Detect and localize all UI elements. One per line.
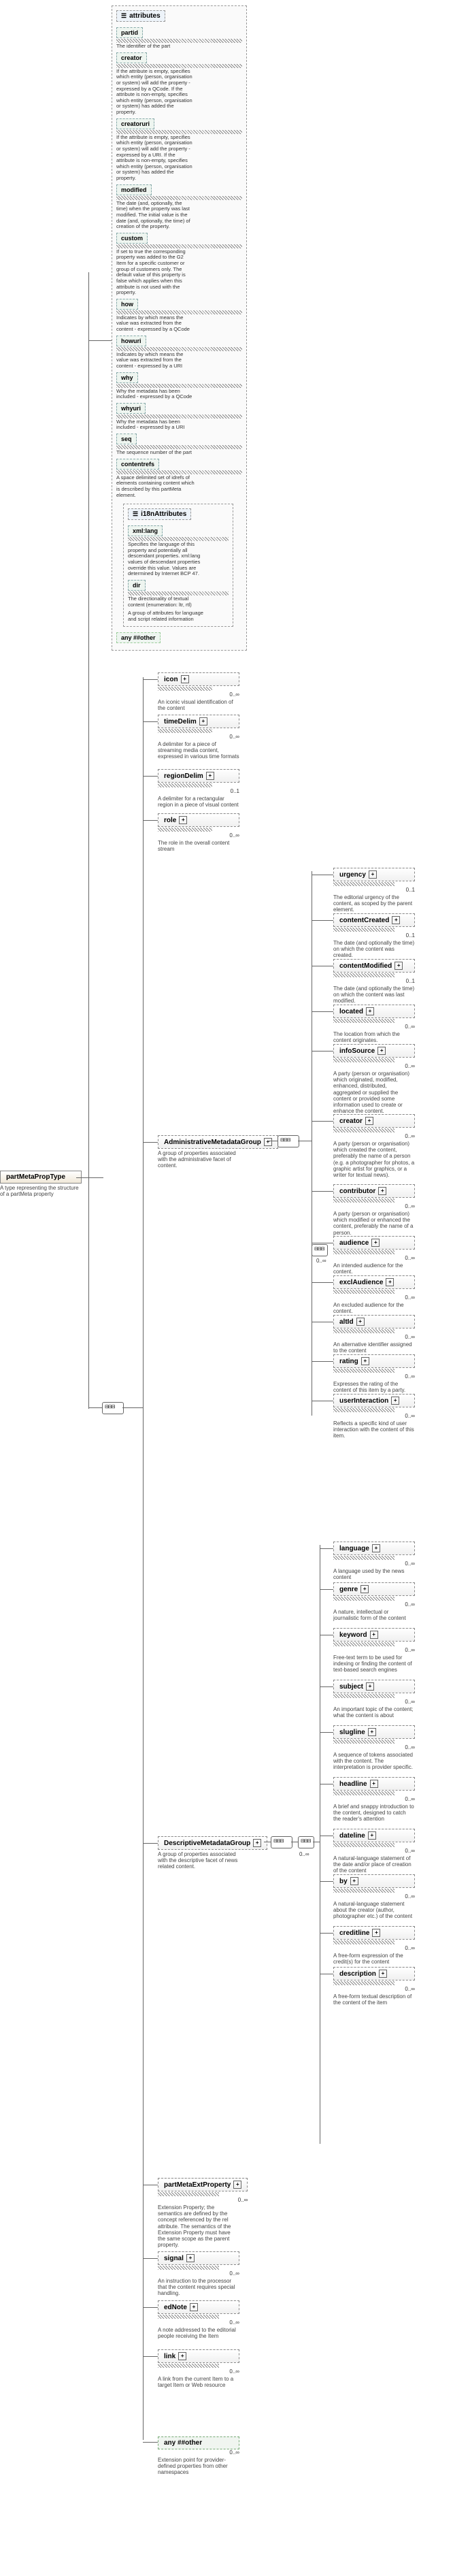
expand-icon[interactable]: + bbox=[361, 1357, 369, 1365]
expand-icon[interactable]: + bbox=[370, 1631, 378, 1639]
expand-icon[interactable]: + bbox=[199, 717, 207, 725]
list-icon: ☰ bbox=[121, 12, 127, 20]
attr-creatoruri: creatoruri bbox=[116, 118, 154, 129]
element-keyword: keyword + 0..∞ Free-text term to be used… bbox=[333, 1628, 415, 1674]
attr-how: how bbox=[116, 299, 138, 310]
element-creditline: creditline + 0..∞ A free-form expression… bbox=[333, 1926, 415, 1965]
attr-partid: partid bbox=[116, 27, 143, 38]
expand-icon[interactable]: + bbox=[369, 870, 377, 879]
expand-icon[interactable]: + bbox=[356, 1318, 365, 1326]
attr-seq: seq bbox=[116, 434, 137, 444]
element-regionDelim: regionDelim + 0..1 A delimiter for a rec… bbox=[158, 769, 239, 808]
attr-whyuri: whyuri bbox=[116, 403, 146, 414]
element-by: by + 0..∞ A natural-language statement a… bbox=[333, 1874, 415, 1920]
expand-icon[interactable]: + bbox=[386, 1278, 394, 1286]
element-infoSource: infoSource + 0..∞ A party (person or org… bbox=[333, 1044, 415, 1114]
expand-icon[interactable]: + bbox=[366, 1007, 374, 1015]
element-signal: signal + 0..∞ An instruction to the proc… bbox=[158, 2251, 239, 2297]
element-contentCreated: contentCreated + 0..1 The date (and opti… bbox=[333, 913, 415, 959]
expand-icon[interactable]: + bbox=[178, 2352, 186, 2360]
desc-group: DescriptiveMetadataGroup + A group of pr… bbox=[158, 1836, 267, 1870]
element-located: located + 0..∞ The location from which t… bbox=[333, 1005, 415, 1043]
expand-icon[interactable]: + bbox=[391, 1397, 399, 1405]
expand-icon[interactable]: + bbox=[186, 2254, 195, 2262]
element-link: link + 0..∞ A link from the current Item… bbox=[158, 2349, 239, 2388]
element-subject: subject + 0..∞ An important topic of the… bbox=[333, 1680, 415, 1718]
root-type: partMetaPropType A type representing the… bbox=[0, 1171, 82, 1197]
expand-icon[interactable]: + bbox=[350, 1877, 358, 1885]
attr-xml-lang: xml:lang bbox=[128, 525, 163, 536]
admin-group: AdministrativeMetadataGroup + A group of… bbox=[158, 1135, 278, 1169]
desc-sequence bbox=[271, 1836, 292, 1848]
desc-choice bbox=[298, 1836, 314, 1848]
element-creator: creator + 0..∞ A party (person or organi… bbox=[333, 1114, 415, 1178]
i18n-group: ☰ i18nAttributes xml:lang Specifies the … bbox=[123, 504, 233, 627]
element-genre: genre + 0..∞ A nature, intellectual or j… bbox=[333, 1582, 415, 1621]
expand-icon[interactable]: + bbox=[378, 1187, 386, 1195]
attributes-group: ☰ attributes partid The identifier of th… bbox=[112, 5, 247, 651]
expand-icon[interactable]: + bbox=[368, 1831, 376, 1840]
expand-icon[interactable]: + bbox=[181, 675, 189, 683]
expand-icon[interactable]: + bbox=[365, 1117, 373, 1125]
attr-creator: creator bbox=[116, 52, 147, 63]
any-attribute: any ##other bbox=[116, 632, 161, 643]
expand-icon[interactable]: + bbox=[371, 1239, 380, 1247]
expand-icon[interactable]: + bbox=[206, 772, 214, 780]
element-dateline: dateline + 0..∞ A natural-language state… bbox=[333, 1829, 415, 1874]
list-icon: ☰ bbox=[133, 510, 138, 518]
expand-icon[interactable]: + bbox=[190, 2303, 198, 2311]
admin-choice bbox=[312, 1244, 328, 1256]
element-contentModified: contentModified + 0..1 The date (and opt… bbox=[333, 959, 415, 1005]
any-other-tail: any ##other 0..∞ Extension point for pro… bbox=[158, 2436, 239, 2476]
element-audience: audience + 0..∞ An intended audience for… bbox=[333, 1236, 415, 1275]
attr-dir: dir bbox=[128, 580, 146, 591]
root-desc: A type representing the structure of a p… bbox=[0, 1185, 82, 1197]
expand-icon[interactable]: + bbox=[368, 1728, 376, 1736]
element-timeDelim: timeDelim + 0..∞ A delimiter for a piece… bbox=[158, 715, 239, 760]
expand-icon[interactable]: + bbox=[379, 1970, 387, 1978]
expand-icon[interactable]: + bbox=[179, 816, 187, 824]
element-role: role + 0..∞ The role in the overall cont… bbox=[158, 813, 239, 852]
attr-custom: custom bbox=[116, 233, 148, 244]
attr-why: why bbox=[116, 372, 138, 383]
expand-icon[interactable]: + bbox=[372, 1929, 380, 1937]
expand-icon[interactable]: + bbox=[233, 2181, 241, 2189]
element-exclAudience: exclAudience + 0..∞ An excluded audience… bbox=[333, 1275, 415, 1314]
expand-icon[interactable]: + bbox=[392, 916, 400, 924]
expand-icon[interactable]: + bbox=[253, 1839, 261, 1847]
expand-icon[interactable]: + bbox=[372, 1544, 380, 1552]
element-headline: headline + 0..∞ A brief and snappy intro… bbox=[333, 1777, 415, 1823]
element-icon: icon + 0..∞ An iconic visual identificat… bbox=[158, 672, 239, 711]
attr-contentrefs: contentrefs bbox=[116, 459, 159, 470]
element-language: language + 0..∞ A language used by the n… bbox=[333, 1542, 415, 1580]
element-rating: rating + 0..∞ Expresses the rating of th… bbox=[333, 1354, 415, 1393]
element-edNote: edNote + 0..∞ A note addressed to the ed… bbox=[158, 2300, 239, 2339]
element-partMetaExtProperty: partMetaExtProperty + 0..∞ Extension Pro… bbox=[158, 2178, 248, 2248]
expand-icon[interactable]: + bbox=[366, 1682, 374, 1691]
root-label: partMetaPropType bbox=[6, 1173, 65, 1181]
expand-icon[interactable]: + bbox=[360, 1585, 369, 1593]
element-description: description + 0..∞ A free-form textual d… bbox=[333, 1967, 415, 2006]
expand-icon[interactable]: + bbox=[370, 1780, 378, 1788]
sequence-compositor bbox=[102, 1402, 124, 1414]
element-altId: altId + 0..∞ An alternative identifier a… bbox=[333, 1315, 415, 1354]
attr-howuri: howuri bbox=[116, 336, 146, 346]
element-userInteraction: userInteraction + 0..∞ Reflects a specif… bbox=[333, 1394, 415, 1439]
admin-sequence bbox=[278, 1135, 299, 1147]
attr-modified: modified bbox=[116, 184, 152, 195]
element-slugline: slugline + 0..∞ A sequence of tokens ass… bbox=[333, 1725, 415, 1771]
element-contributor: contributor + 0..∞ A party (person or or… bbox=[333, 1184, 415, 1236]
element-urgency: urgency + 0..1 The editorial urgency of … bbox=[333, 868, 415, 913]
expand-icon[interactable]: + bbox=[395, 962, 403, 970]
expand-icon[interactable]: + bbox=[377, 1047, 386, 1055]
expand-icon[interactable]: + bbox=[264, 1138, 272, 1146]
